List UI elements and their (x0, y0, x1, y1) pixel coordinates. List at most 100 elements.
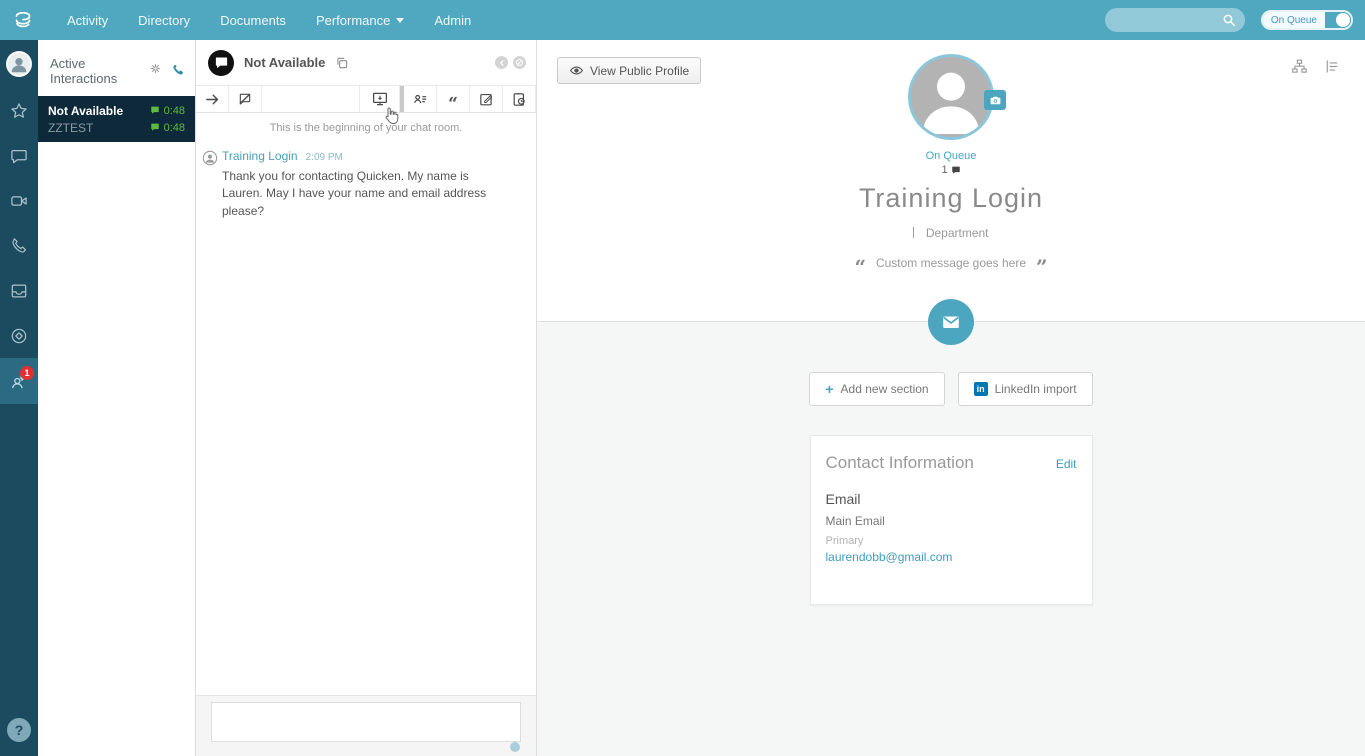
email-section-heading: Email (825, 491, 861, 507)
toggle-knob[interactable] (1336, 13, 1350, 27)
chevron-down-icon (396, 17, 405, 23)
eye-icon (569, 66, 584, 75)
profile-panel: View Public Profile On Queue 1 Training … (537, 40, 1365, 756)
rail-item-favorites[interactable] (0, 88, 38, 133)
end-chat-icon[interactable] (229, 86, 262, 112)
dialpad-phone-icon[interactable] (171, 62, 185, 81)
help-icon[interactable]: ? (7, 718, 31, 742)
quote-open-icon: “ (854, 255, 866, 279)
email-type: Primary (825, 535, 864, 547)
chat-bubble-icon (951, 166, 960, 174)
message-timestamp: 2:09 PM (305, 152, 343, 163)
contact-information-card: Contact Information Edit Email Main Emai… (809, 435, 1093, 605)
message-author-link[interactable]: Training Login (222, 149, 298, 163)
chat-toolbar: “ (196, 85, 536, 113)
chat-input[interactable] (211, 702, 521, 742)
status-badge[interactable]: On Queue (537, 150, 1365, 162)
contact-card-title: Contact Information (825, 453, 974, 472)
message-avatar-icon (202, 150, 218, 166)
interactions-title: Active Interactions (50, 56, 118, 86)
left-rail: 1 ? (0, 40, 38, 756)
chat-bubble-icon (150, 102, 160, 120)
interactions-header: Active Interactions (38, 40, 195, 96)
compose-note-icon[interactable] (470, 86, 503, 112)
canned-responses-icon[interactable]: “ (437, 86, 470, 112)
copy-icon[interactable] (335, 56, 349, 70)
search-icon[interactable] (1221, 12, 1237, 33)
divider (913, 227, 915, 238)
profile-lower-section: + Add new section in LinkedIn import Con… (537, 372, 1365, 605)
profile-avatar[interactable] (908, 54, 994, 140)
rail-item-explore[interactable] (0, 313, 38, 358)
collapse-panel-icon[interactable] (495, 56, 508, 69)
org-chart-icon[interactable] (1291, 58, 1308, 75)
interactions-panel: Active Interactions Not Available 0:48 Z… (38, 40, 196, 756)
interaction-row[interactable]: Not Available 0:48 (38, 102, 195, 119)
dismiss-icon[interactable] (513, 56, 526, 69)
linkedin-icon: in (973, 382, 988, 396)
on-queue-label: On Queue (1262, 12, 1325, 28)
quote-close-icon: ” (1036, 255, 1048, 279)
toolbar-spacer (262, 86, 360, 112)
rail-item-chat[interactable] (0, 133, 38, 178)
add-new-section-button[interactable]: + Add new section (809, 372, 945, 406)
email-label: Main Email (825, 514, 885, 528)
chat-messages: This is the beginning of your chat room.… (196, 113, 536, 695)
profile-view-options (1291, 58, 1340, 75)
profile-avatar-wrap (908, 54, 1006, 140)
chat-message: Training Login 2:09 PM Thank you for con… (196, 134, 536, 220)
rail-item-interactions[interactable]: 1 (0, 358, 38, 404)
chat-icon (11, 149, 27, 163)
screen-share-icon[interactable] (360, 86, 400, 112)
details-list-icon[interactable] (1323, 58, 1340, 75)
chat-header: Not Available (196, 40, 536, 85)
rail-profile-avatar[interactable] (0, 40, 38, 88)
rail-item-inbox[interactable] (0, 268, 38, 313)
linkedin-import-button[interactable]: in LinkedIn import (957, 372, 1093, 406)
rail-item-video[interactable] (0, 178, 38, 223)
app-logo-icon[interactable] (8, 5, 38, 35)
chat-header-actions (495, 56, 526, 69)
interaction-row[interactable]: ZZTEST 0:48 (38, 119, 195, 136)
video-camera-icon (11, 195, 27, 206)
toggle-track (1325, 12, 1351, 28)
global-search (1104, 8, 1245, 33)
nav-item-performance[interactable]: Performance (316, 13, 405, 28)
nav-item-activity[interactable]: Activity (67, 13, 108, 28)
star-icon (11, 102, 27, 118)
top-nav: Activity Directory Documents Performance… (0, 0, 1365, 40)
on-queue-toggle[interactable]: On Queue (1260, 10, 1353, 30)
nav-right-group: On Queue (1104, 8, 1365, 33)
app-window: Activity Directory Documents Performance… (0, 0, 1365, 756)
chat-count: 1 (537, 164, 1365, 176)
avatar-icon (6, 51, 32, 77)
message-text: Thank you for contacting Quicken. My nam… (222, 169, 487, 218)
transfer-arrow-icon[interactable] (196, 86, 229, 112)
schedule-clipboard-icon[interactable] (503, 86, 536, 112)
view-public-profile-button[interactable]: View Public Profile (557, 57, 702, 84)
emoji-icon[interactable] (510, 742, 520, 752)
section-buttons: + Add new section in LinkedIn import (537, 372, 1365, 406)
email-address-link[interactable]: laurendobb@gmail.com (826, 550, 1077, 564)
profile-name: Training Login (858, 183, 1044, 213)
chat-system-message: This is the beginning of your chat room. (269, 122, 463, 134)
nav-item-documents[interactable]: Documents (220, 13, 286, 28)
change-photo-camera-icon[interactable] (984, 90, 1006, 110)
edit-contact-link[interactable]: Edit (1056, 457, 1077, 471)
gear-icon[interactable] (149, 62, 162, 80)
send-email-icon[interactable] (928, 299, 974, 345)
phone-icon (11, 238, 26, 253)
plus-icon: + (825, 381, 834, 397)
chat-room-name: Not Available (244, 55, 326, 70)
nav-item-admin[interactable]: Admin (434, 13, 471, 28)
profile-custom-message: “ Custom message goes here ” (854, 255, 1048, 279)
chat-room-avatar-icon (208, 49, 234, 76)
rail-item-phone[interactable] (0, 223, 38, 268)
compass-icon (11, 328, 27, 343)
chat-panel: Not Available “ This is the beginning of… (196, 40, 537, 756)
profile-top-section: View Public Profile On Queue 1 Training … (537, 40, 1365, 322)
nav-item-directory[interactable]: Directory (138, 13, 190, 28)
contact-details-icon[interactable] (404, 86, 437, 112)
interactions-list: Not Available 0:48 ZZTEST 0:48 (38, 96, 195, 142)
chat-input-area (196, 695, 536, 756)
